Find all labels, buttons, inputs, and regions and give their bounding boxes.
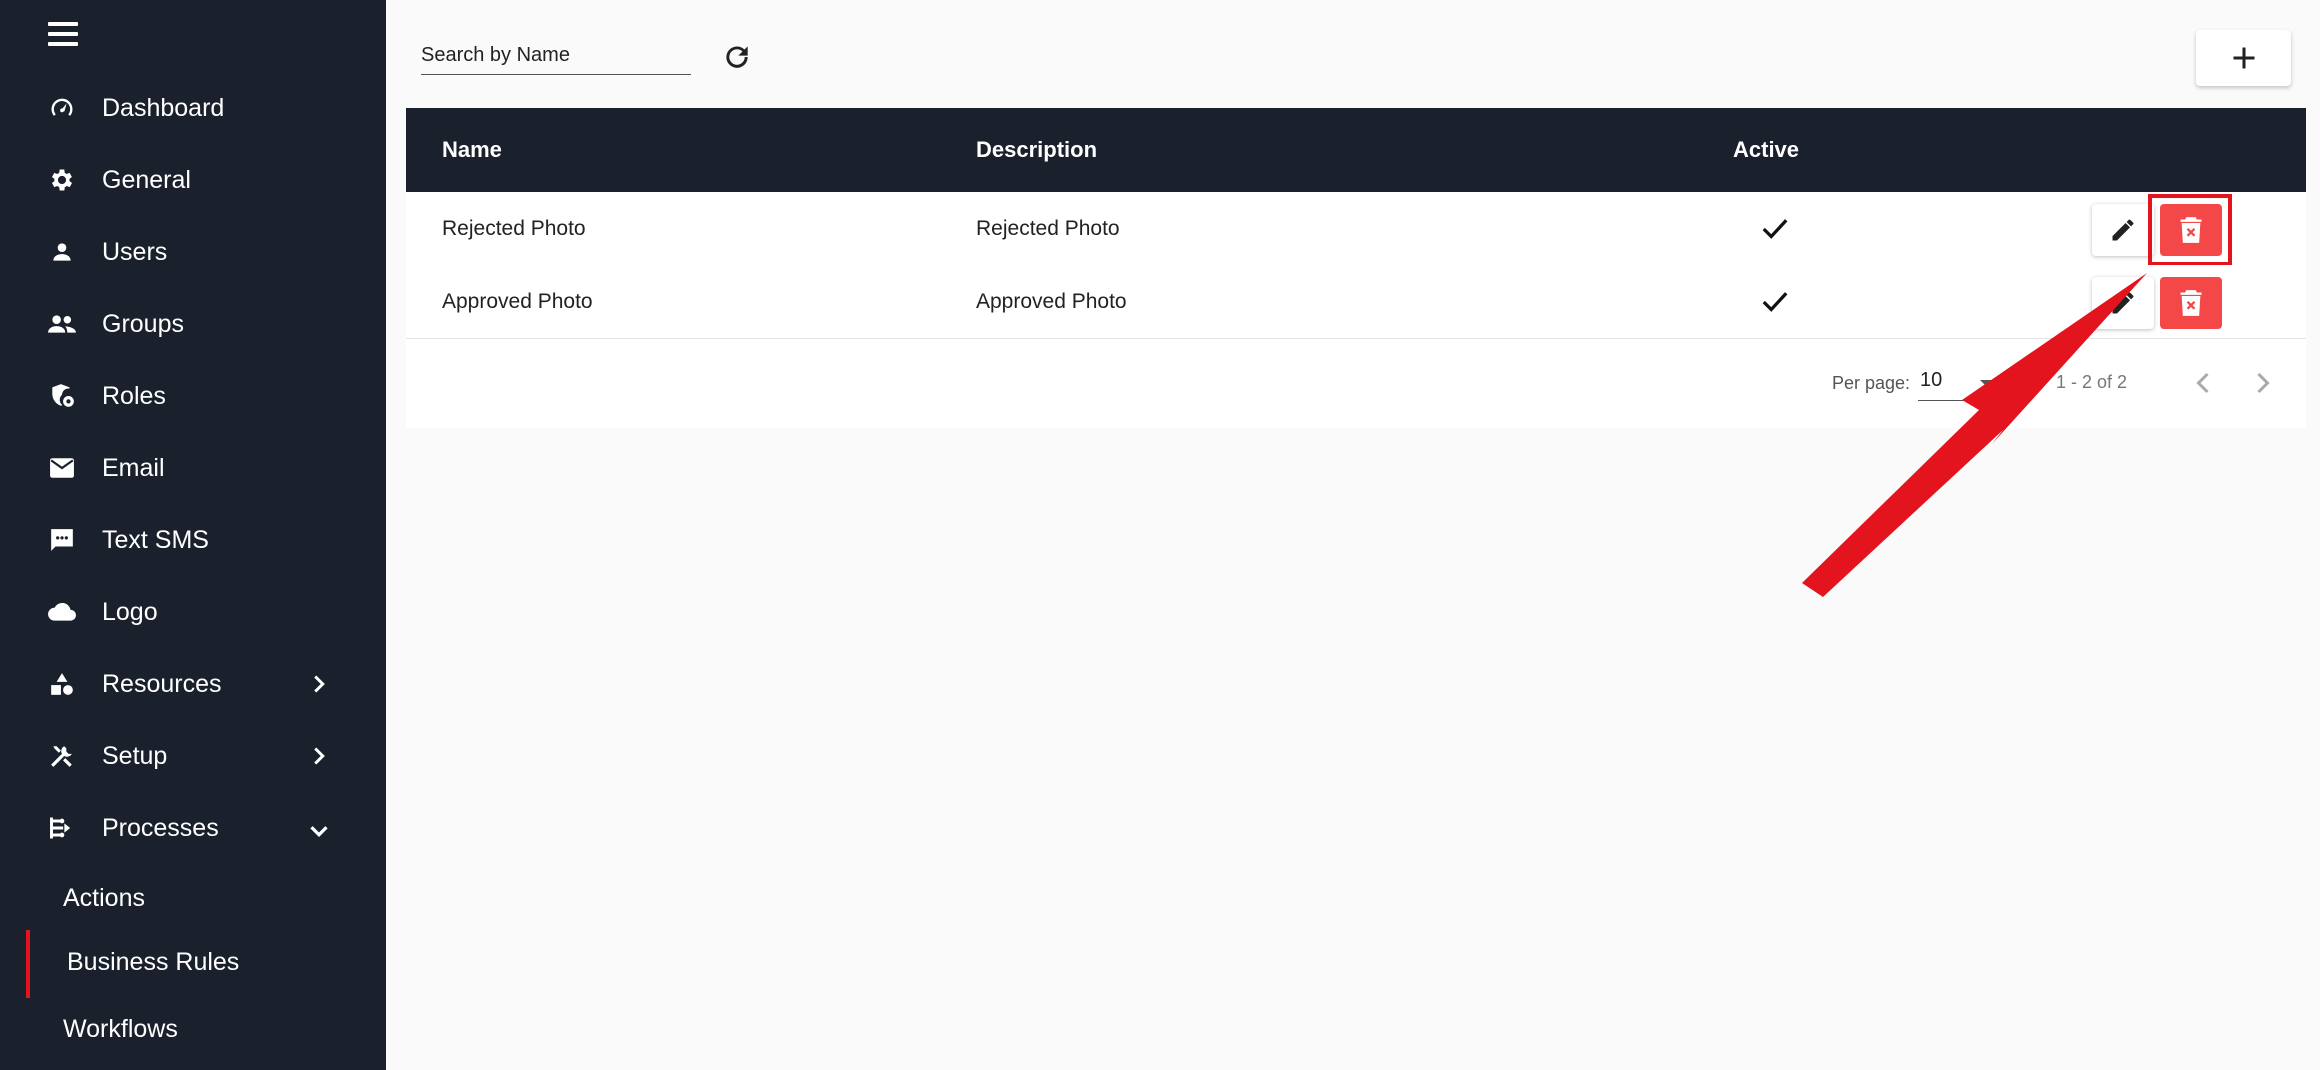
sidebar-item-setup[interactable]: Setup xyxy=(0,726,386,786)
process-flow-icon xyxy=(46,812,78,844)
next-page-button[interactable] xyxy=(2246,366,2280,400)
sidebar-subitem-actions[interactable]: Actions xyxy=(0,870,386,926)
delete-button[interactable] xyxy=(2160,204,2222,256)
sidebar-subitem-label: Actions xyxy=(63,883,145,912)
sidebar-item-label: Email xyxy=(102,453,165,482)
trash-icon xyxy=(2180,290,2202,316)
checkmark-icon xyxy=(1762,219,1788,239)
checkmark-icon xyxy=(1762,292,1788,312)
sidebar-item-label: Roles xyxy=(102,381,166,410)
column-header-description[interactable]: Description xyxy=(976,108,1097,192)
sidebar-item-label: Text SMS xyxy=(102,525,209,554)
envelope-icon xyxy=(46,452,78,484)
speedometer-icon xyxy=(46,92,78,124)
refresh-button[interactable] xyxy=(716,36,758,78)
table-header: Name Description Active xyxy=(406,108,2306,192)
pencil-icon xyxy=(2112,219,2134,241)
plus-icon xyxy=(2233,47,2254,69)
chevron-left-icon xyxy=(2196,372,2209,394)
sidebar-subitem-label: Business Rules xyxy=(67,948,240,976)
chevron-down-icon xyxy=(304,816,334,846)
person-icon xyxy=(46,236,78,268)
pagination-bar: Per page: 10 1 - 2 of 2 xyxy=(406,338,2306,428)
sidebar-item-dashboard[interactable]: Dashboard xyxy=(0,78,386,138)
edit-button[interactable] xyxy=(2092,277,2154,329)
sidebar-item-processes[interactable]: Processes xyxy=(0,798,386,858)
dropdown-caret-icon xyxy=(1980,380,1996,388)
shield-gear-icon xyxy=(46,380,78,412)
sidebar-subitem-workflows[interactable]: Workflows xyxy=(0,1001,386,1057)
add-button[interactable] xyxy=(2196,30,2291,86)
column-header-name[interactable]: Name xyxy=(442,108,502,192)
gear-icon xyxy=(46,164,78,196)
column-header-active[interactable]: Active xyxy=(1733,108,1799,192)
pagination-range: 1 - 2 of 2 xyxy=(2056,372,2128,392)
delete-button[interactable] xyxy=(2160,277,2222,329)
sidebar-item-label: Groups xyxy=(102,309,184,338)
sidebar-item-email[interactable]: Email xyxy=(0,438,386,498)
search-input[interactable] xyxy=(421,36,691,75)
table-row: Approved Photo Approved Photo xyxy=(406,265,2306,339)
hamburger-menu-icon[interactable] xyxy=(48,22,78,48)
sidebar-item-label: Processes xyxy=(102,813,219,842)
sidebar-item-label: Users xyxy=(102,237,168,266)
sidebar-item-users[interactable]: Users xyxy=(0,222,386,282)
cell-name: Rejected Photo xyxy=(442,217,586,240)
sidebar-subitem-label: Workflows xyxy=(63,1014,178,1043)
sidebar-subitem-business-rules[interactable]: Business Rules xyxy=(0,930,386,998)
sidebar-item-roles[interactable]: Roles xyxy=(0,366,386,426)
people-icon xyxy=(46,308,78,340)
sidebar-item-logo[interactable]: Logo xyxy=(0,582,386,642)
sidebar-item-resources[interactable]: Resources xyxy=(0,654,386,714)
tools-icon xyxy=(46,740,78,772)
per-page-value: 10 xyxy=(1920,369,1943,391)
sidebar-item-label: General xyxy=(102,165,191,194)
active-indicator xyxy=(26,930,30,998)
cell-description: Rejected Photo xyxy=(976,217,1120,240)
sidebar-item-label: Dashboard xyxy=(102,93,225,122)
sidebar-item-text-sms[interactable]: Text SMS xyxy=(0,510,386,570)
chevron-right-icon xyxy=(304,669,334,699)
sidebar-item-label: Setup xyxy=(102,741,168,770)
cloud-icon xyxy=(46,596,78,628)
per-page-label: Per page: xyxy=(1832,373,1911,393)
shapes-icon xyxy=(46,668,78,700)
cell-name: Approved Photo xyxy=(442,290,593,313)
chevron-right-icon xyxy=(2257,372,2270,394)
edit-button[interactable] xyxy=(2092,204,2154,256)
sidebar-item-label: Logo xyxy=(102,597,158,626)
trash-icon xyxy=(2180,217,2202,243)
sidebar: Dashboard General Users Groups Roles Ema… xyxy=(0,0,386,1070)
pencil-icon xyxy=(2112,292,2134,314)
business-rules-table: Name Description Active Rejected Photo R… xyxy=(406,108,2306,428)
sidebar-item-groups[interactable]: Groups xyxy=(0,294,386,354)
previous-page-button[interactable] xyxy=(2186,366,2220,400)
per-page-select[interactable]: 10 xyxy=(1918,366,1998,401)
sidebar-item-label: Resources xyxy=(102,669,222,698)
refresh-icon xyxy=(726,46,748,68)
chat-bubble-icon xyxy=(46,524,78,556)
sidebar-item-general[interactable]: General xyxy=(0,150,386,210)
chevron-right-icon xyxy=(304,741,334,771)
cell-description: Approved Photo xyxy=(976,290,1127,313)
table-row: Rejected Photo Rejected Photo xyxy=(406,192,2306,266)
